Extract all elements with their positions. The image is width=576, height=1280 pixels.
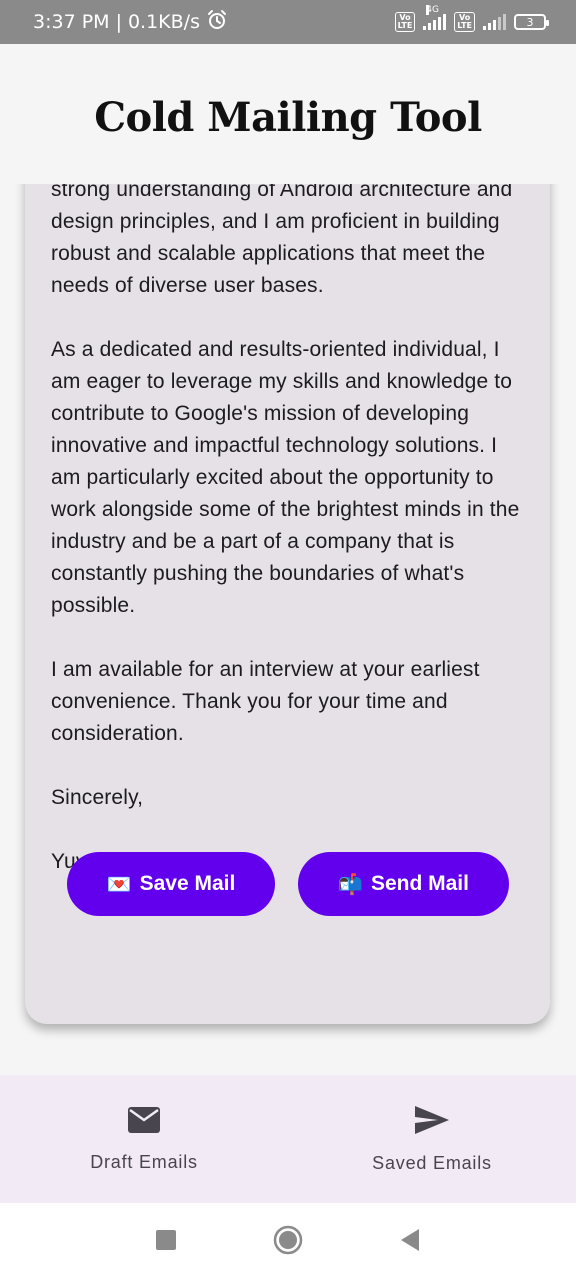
save-mail-label: Save Mail	[139, 872, 236, 895]
status-left: 3:37 PM | 0.1KB/s	[33, 9, 228, 36]
square-recents-icon[interactable]	[155, 1229, 177, 1255]
mail-icon	[127, 1106, 161, 1138]
status-bar: 3:37 PM | 0.1KB/s Vo LTE 4G Vo LTE 3	[0, 0, 576, 44]
status-right: Vo LTE 4G Vo LTE 3	[394, 5, 549, 32]
signal-icon	[483, 14, 506, 30]
network-speed: 0.1KB/s	[127, 11, 200, 33]
app-header: Cold Mailing Tool	[0, 44, 576, 184]
triangle-back-icon[interactable]	[399, 1228, 421, 1256]
email-paragraph: strong understanding of Android architec…	[51, 184, 513, 297]
send-icon	[414, 1105, 450, 1139]
save-mail-button[interactable]: 💌 Save Mail	[67, 852, 275, 916]
love-letter-icon: 💌	[106, 873, 132, 896]
bottom-navigation: Draft Emails Saved Emails	[0, 1075, 576, 1203]
battery-icon: 3	[514, 14, 549, 30]
content-scroll-area[interactable]: strong understanding of Android architec…	[0, 184, 576, 1074]
nav-label-draft-emails: Draft Emails	[90, 1151, 198, 1172]
status-time: 3:37 PM	[33, 11, 110, 33]
system-navigation-bar	[0, 1203, 576, 1280]
network-type-label: 4G	[426, 5, 439, 15]
email-body[interactable]: strong understanding of Android architec…	[51, 184, 531, 910]
email-closing: Sincerely,	[51, 786, 144, 809]
send-mail-label: Send Mail	[370, 872, 469, 895]
status-separator: |	[115, 11, 122, 33]
signal-4g-icon: 4G	[423, 5, 447, 30]
battery-level: 3	[526, 15, 534, 29]
page-title: Cold Mailing Tool	[94, 93, 482, 141]
circle-home-icon[interactable]	[273, 1225, 303, 1259]
nav-item-draft-emails[interactable]: Draft Emails	[0, 1075, 288, 1203]
alarm-clock-icon	[206, 9, 228, 36]
nav-label-saved-emails: Saved Emails	[372, 1152, 492, 1173]
nav-item-saved-emails[interactable]: Saved Emails	[288, 1075, 576, 1203]
volte-icon-2: Vo LTE	[454, 12, 475, 32]
email-card: strong understanding of Android architec…	[25, 184, 550, 1024]
email-paragraph: As a dedicated and results-oriented indi…	[51, 338, 520, 617]
volte-icon: Vo LTE	[394, 12, 416, 32]
email-paragraph: I am available for an interview at your …	[51, 658, 480, 745]
mailbox-icon: 📬	[338, 873, 363, 896]
send-mail-button[interactable]: 📬 Send Mail	[298, 852, 509, 916]
